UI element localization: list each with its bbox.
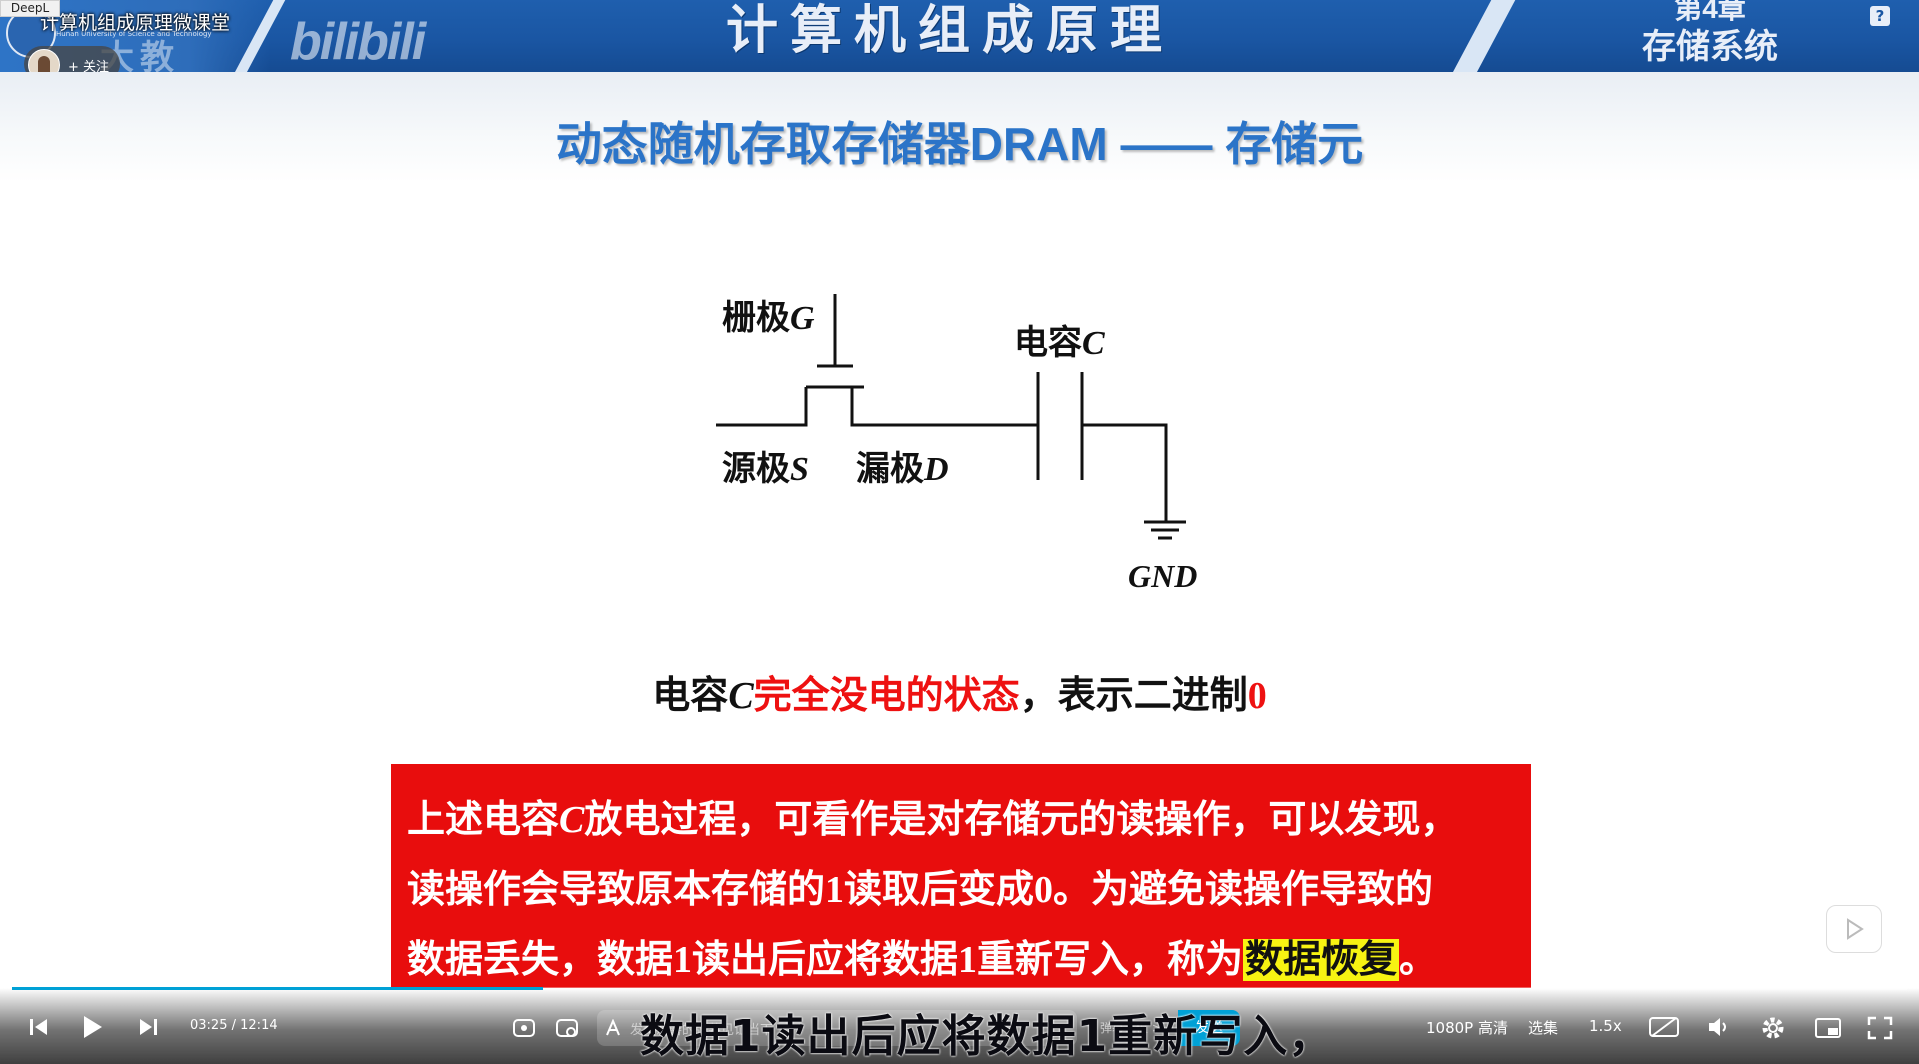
floating-side-button[interactable] bbox=[1826, 905, 1882, 953]
note-line-3: 数据丢失，数据1读出后应将数据1重新写入，称为数据恢复。 bbox=[407, 939, 1438, 981]
deepl-tag[interactable]: DeepL bbox=[0, 0, 60, 17]
text-style-icon[interactable] bbox=[604, 1019, 622, 1037]
ground-symbol-icon bbox=[1144, 520, 1186, 540]
subtitle-caption: 数据1读出后应将数据1重新写入， bbox=[640, 1011, 1334, 1062]
progress-fill[interactable] bbox=[12, 987, 543, 990]
note-line-1: 上述电容C放电过程，可看作是对存储元的读操作，可以发现， bbox=[407, 799, 1459, 841]
drain-wire bbox=[850, 387, 1038, 427]
video-title[interactable]: 计算机组成原理微课堂 bbox=[40, 8, 230, 35]
capacitor-state-text: 电容C完全没电的状态，表示二进制0 bbox=[652, 675, 1267, 717]
bilibili-logo: bilibili bbox=[290, 13, 426, 71]
help-icon[interactable]: ? bbox=[1870, 6, 1890, 26]
play-icon[interactable] bbox=[80, 1014, 104, 1040]
drain-label: 漏极D bbox=[856, 451, 949, 488]
course-title: 计算机组成原理 bbox=[725, 2, 1174, 60]
chapter-number: 第4章 bbox=[1674, 0, 1746, 24]
source-wire bbox=[716, 387, 808, 427]
read-operation-note: 上述电容C放电过程，可看作是对存储元的读操作，可以发现， 读操作会导致原本存储的… bbox=[391, 764, 1531, 988]
danmaku-toggle-icon[interactable] bbox=[512, 1016, 536, 1040]
source-label: 源极S bbox=[722, 451, 809, 488]
episodes-button[interactable]: 选集 bbox=[1528, 1017, 1558, 1038]
chapter-heading: 第4章 存储系统 bbox=[1600, 0, 1820, 66]
previous-icon[interactable] bbox=[28, 1016, 50, 1038]
chapter-name: 存储系统 bbox=[1642, 28, 1778, 66]
slide-title: 动态随机存取存储器DRAM —— 存储元 bbox=[555, 118, 1364, 170]
subtitle-toggle-icon[interactable] bbox=[1648, 1015, 1680, 1039]
volume-icon[interactable] bbox=[1706, 1015, 1732, 1039]
capacitor-label: 电容C bbox=[1014, 325, 1105, 362]
settings-gear-icon[interactable] bbox=[1760, 1015, 1786, 1041]
data-recovery-highlight: 数据恢复 bbox=[1243, 939, 1400, 981]
danmaku-settings-icon[interactable] bbox=[555, 1016, 579, 1040]
play-outline-icon bbox=[1847, 918, 1864, 940]
picture-in-picture-icon[interactable] bbox=[1814, 1016, 1842, 1040]
note-line-2: 读操作会导致原本存储的1读取后变成0。为避免读操作导致的 bbox=[407, 869, 1434, 911]
fullscreen-icon[interactable] bbox=[1866, 1015, 1894, 1041]
gnd-label: GND bbox=[1128, 558, 1198, 594]
quality-selector[interactable]: 1080P 高清 bbox=[1426, 1017, 1508, 1038]
next-icon[interactable] bbox=[137, 1016, 159, 1038]
ground-wire bbox=[1082, 423, 1168, 522]
playback-time: 03:25 / 12:14 bbox=[190, 1018, 278, 1033]
speed-selector[interactable]: 1.5x bbox=[1589, 1017, 1622, 1035]
gate-label: 栅极G bbox=[722, 300, 815, 337]
